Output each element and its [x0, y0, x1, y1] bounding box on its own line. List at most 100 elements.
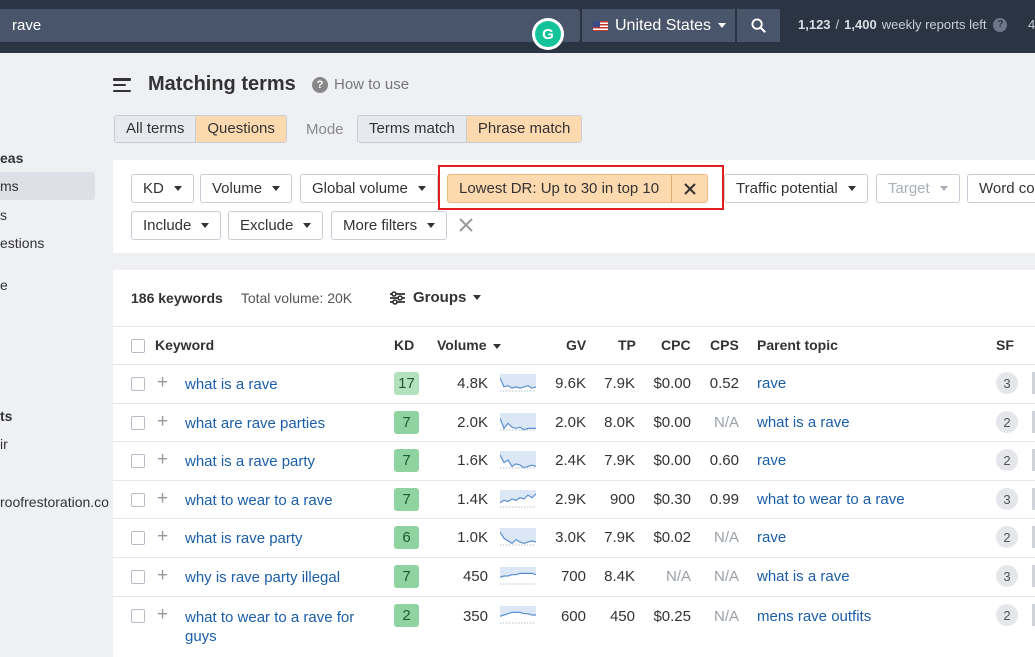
filter-global-volume[interactable]: Global volume — [300, 174, 438, 203]
column-header-cps[interactable]: CPS — [710, 337, 739, 353]
country-selector[interactable]: United States — [582, 9, 735, 42]
filter-target[interactable]: Target — [876, 174, 960, 203]
filter-traffic-potential-label: Traffic potential — [736, 180, 838, 197]
filter-volume-label: Volume — [212, 180, 263, 197]
filter-volume[interactable]: Volume — [200, 174, 293, 203]
page-title: Matching terms — [148, 73, 296, 95]
search-button[interactable] — [737, 9, 780, 42]
filter-include-label: Include — [143, 217, 192, 234]
row-checkbox[interactable] — [131, 609, 145, 623]
serp-features-count[interactable]: 2 — [996, 604, 1018, 626]
column-header-tp[interactable]: TP — [618, 337, 636, 353]
row-divider — [113, 596, 1035, 597]
serp-features-count[interactable]: 3 — [996, 565, 1018, 587]
sidebar-item-list-1[interactable]: ir — [0, 436, 8, 452]
keyword-text: what to wear to a rave — [185, 492, 333, 509]
filter-global-volume-label: Global volume — [312, 180, 408, 197]
column-header-gv[interactable]: GV — [566, 337, 586, 353]
serp-features-count[interactable]: 3 — [996, 488, 1018, 510]
how-to-use-link[interactable]: ? How to use — [312, 76, 409, 93]
tab-terms-match[interactable]: Terms match — [358, 116, 466, 142]
column-header-volume[interactable]: Volume — [437, 337, 502, 353]
sidebar-item-matching-terms[interactable]: ms — [0, 172, 95, 200]
add-to-list-icon[interactable]: + — [157, 450, 168, 469]
grammarly-icon[interactable]: G — [532, 18, 564, 50]
parent-topic-link[interactable]: what to wear to a rave — [757, 491, 905, 508]
tab-all-terms[interactable]: All terms — [115, 116, 196, 142]
row-checkbox[interactable] — [131, 416, 145, 430]
select-all-checkbox[interactable] — [131, 339, 145, 353]
filter-word-count[interactable]: Word co — [967, 174, 1035, 203]
column-header-cpc[interactable]: CPC — [661, 337, 691, 353]
tp-value: 7.9K — [604, 375, 635, 392]
cps-value: N/A — [713, 568, 739, 585]
serp-features-count[interactable]: 2 — [996, 449, 1018, 471]
chevron-down-icon — [272, 186, 281, 191]
gv-value: 3.0K — [555, 529, 586, 546]
sidebar-item-related-terms[interactable]: s — [0, 207, 7, 223]
parent-topic-link[interactable]: rave — [757, 452, 786, 469]
parent-topic-link[interactable]: rave — [757, 375, 786, 392]
add-to-list-icon[interactable]: + — [157, 373, 168, 392]
keyword-link[interactable]: what are rave parties — [185, 414, 325, 433]
parent-topic-link[interactable]: mens rave outfits — [757, 608, 871, 625]
keyword-link[interactable]: what is a rave party — [185, 452, 315, 471]
column-header-kd[interactable]: KD — [394, 337, 414, 353]
add-to-list-icon[interactable]: + — [157, 605, 168, 624]
keyword-link[interactable]: why is rave party illegal — [185, 568, 340, 587]
add-to-list-icon[interactable]: + — [157, 527, 168, 546]
keyword-text: what is rave party — [185, 530, 303, 547]
serp-features-count[interactable]: 3 — [996, 372, 1018, 394]
menu-icon[interactable] — [113, 78, 131, 92]
sidebar-item-partial[interactable]: e — [0, 277, 8, 293]
keyword-link[interactable]: what to wear to a rave for guys — [185, 608, 354, 646]
clear-filters-icon[interactable] — [457, 216, 475, 234]
tab-questions[interactable]: Questions — [195, 116, 286, 142]
us-flag-icon — [593, 20, 608, 31]
row-checkbox[interactable] — [131, 454, 145, 468]
cpc-value: $0.30 — [653, 491, 691, 508]
highlight-box — [438, 165, 724, 210]
column-header-keyword[interactable]: Keyword — [155, 337, 214, 353]
row-checkbox[interactable] — [131, 531, 145, 545]
total-volume: Total volume: 20K — [240, 290, 353, 306]
chevron-down-icon — [718, 23, 727, 28]
row-checkbox[interactable] — [131, 493, 145, 507]
parent-topic-link[interactable]: what is a rave — [757, 568, 850, 585]
groups-label: Groups — [413, 289, 467, 306]
gv-value: 9.6K — [555, 375, 586, 392]
parent-topic-link[interactable]: rave — [757, 529, 786, 546]
chevron-down-icon — [303, 223, 312, 228]
filter-include[interactable]: Include — [131, 211, 222, 240]
volume-value: 350 — [462, 608, 488, 625]
add-to-list-icon[interactable]: + — [157, 566, 168, 585]
serp-features-count[interactable]: 2 — [996, 411, 1018, 433]
kd-badge: 7 — [394, 411, 419, 434]
filter-exclude[interactable]: Exclude — [228, 211, 324, 240]
row-checkbox[interactable] — [131, 570, 145, 584]
column-header-sf[interactable]: SF — [996, 337, 1014, 353]
tab-phrase-match[interactable]: Phrase match — [465, 116, 582, 142]
keyword-link[interactable]: what to wear to a rave — [185, 491, 333, 510]
column-header-parent-topic[interactable]: Parent topic — [757, 337, 838, 353]
volume-trend-chart — [500, 567, 536, 585]
country-label: United States — [615, 16, 712, 34]
sidebar-item-list-3[interactable]: roofrestoration.co — [0, 494, 109, 510]
keyword-search-input[interactable]: rave — [0, 9, 580, 42]
chevron-down-icon — [473, 295, 482, 300]
divider — [113, 364, 1035, 365]
add-to-list-icon[interactable]: + — [157, 489, 168, 508]
filter-traffic-potential[interactable]: Traffic potential — [724, 174, 868, 203]
cpc-value: $0.00 — [653, 452, 691, 469]
serp-features-count[interactable]: 2 — [996, 526, 1018, 548]
keyword-link[interactable]: what is a rave — [185, 375, 278, 394]
groups-dropdown[interactable]: Groups — [389, 289, 482, 306]
sidebar-item-questions[interactable]: estions — [0, 235, 44, 251]
keyword-link[interactable]: what is rave party — [185, 529, 303, 548]
parent-topic-link[interactable]: what is a rave — [757, 414, 850, 431]
filter-kd[interactable]: KD — [131, 174, 194, 203]
row-checkbox[interactable] — [131, 377, 145, 391]
add-to-list-icon[interactable]: + — [157, 412, 168, 431]
help-icon[interactable]: ? — [993, 17, 1008, 32]
filter-more[interactable]: More filters — [331, 211, 448, 240]
